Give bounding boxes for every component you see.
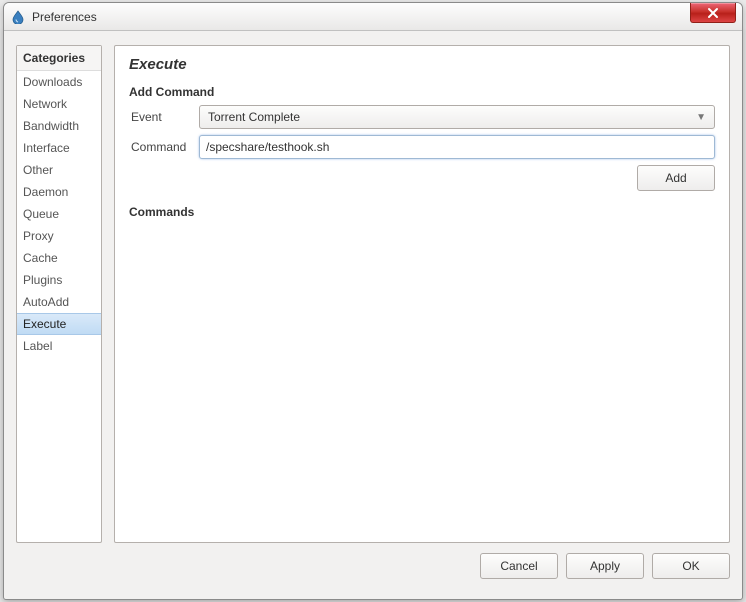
cancel-button-label: Cancel	[500, 559, 537, 573]
window-title: Preferences	[32, 10, 97, 24]
sidebar-item-execute[interactable]: Execute	[17, 313, 101, 335]
sidebar-item-bandwidth[interactable]: Bandwidth	[17, 115, 101, 137]
event-label: Event	[129, 110, 199, 124]
sidebar-item-other[interactable]: Other	[17, 159, 101, 181]
main-panel: Execute Add Command Event Torrent Comple…	[114, 45, 730, 543]
add-button[interactable]: Add	[637, 165, 715, 191]
ok-button[interactable]: OK	[652, 553, 730, 579]
apply-button[interactable]: Apply	[566, 553, 644, 579]
add-command-header: Add Command	[129, 85, 715, 99]
add-button-label: Add	[665, 171, 686, 185]
apply-button-label: Apply	[590, 559, 620, 573]
chevron-down-icon: ▼	[696, 112, 706, 123]
commands-header: Commands	[129, 205, 715, 219]
categories-sidebar: Categories DownloadsNetworkBandwidthInte…	[16, 45, 102, 543]
close-icon	[707, 7, 719, 19]
sidebar-item-autoadd[interactable]: AutoAdd	[17, 291, 101, 313]
event-select[interactable]: Torrent Complete ▼	[199, 105, 715, 129]
close-button[interactable]	[690, 3, 736, 23]
sidebar-item-daemon[interactable]: Daemon	[17, 181, 101, 203]
sidebar-item-plugins[interactable]: Plugins	[17, 269, 101, 291]
command-label: Command	[129, 140, 199, 154]
sidebar-item-network[interactable]: Network	[17, 93, 101, 115]
sidebar-header: Categories	[17, 46, 101, 71]
sidebar-item-proxy[interactable]: Proxy	[17, 225, 101, 247]
cancel-button[interactable]: Cancel	[480, 553, 558, 579]
event-select-value: Torrent Complete	[208, 110, 300, 124]
sidebar-item-cache[interactable]: Cache	[17, 247, 101, 269]
app-icon	[10, 9, 26, 25]
command-input[interactable]	[199, 135, 715, 159]
page-title: Execute	[129, 56, 715, 73]
sidebar-item-downloads[interactable]: Downloads	[17, 71, 101, 93]
dialog-footer: Cancel Apply OK	[4, 553, 742, 589]
titlebar: Preferences	[4, 3, 742, 31]
ok-button-label: OK	[682, 559, 699, 573]
preferences-window: Preferences Categories DownloadsNetworkB…	[3, 2, 743, 600]
sidebar-item-label[interactable]: Label	[17, 335, 101, 357]
sidebar-item-queue[interactable]: Queue	[17, 203, 101, 225]
sidebar-item-interface[interactable]: Interface	[17, 137, 101, 159]
